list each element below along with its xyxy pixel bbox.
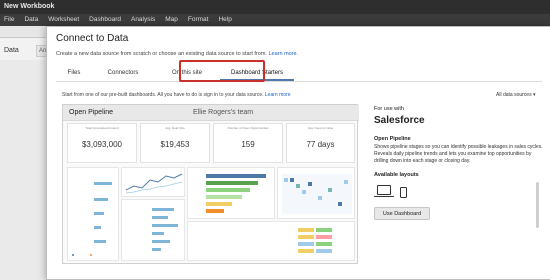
heatmap-grid: [282, 174, 352, 214]
table-cell: [298, 228, 314, 232]
data-source-filter[interactable]: All data sources ▾: [496, 92, 535, 98]
table-cell: [316, 249, 332, 253]
table-cell: [298, 249, 314, 253]
phone-icon: [400, 187, 407, 199]
kpi-value: $19,453: [160, 140, 190, 149]
kpi-caption: Avg. Deal Size: [165, 126, 185, 130]
kpi-card: Total Forecasted Amount $3,093,000: [67, 123, 137, 163]
layout-icons: [374, 182, 544, 199]
menu-map[interactable]: Map: [165, 16, 178, 24]
learn-more-link[interactable]: Learn more.: [268, 51, 298, 57]
menu-help[interactable]: Help: [218, 16, 231, 24]
dialog-title: Connect to Data: [56, 33, 129, 44]
thumbnail-stage-panel: [67, 167, 119, 261]
funnel-bar: [206, 188, 250, 192]
mini-bar: [94, 240, 106, 243]
thumbnail-header: Open Pipeline Ellie Rogers's team: [63, 105, 359, 121]
thumbnail-trend-panel: [121, 167, 185, 197]
dialog-subtitle-text: Create a new data source from scratch or…: [56, 51, 267, 57]
kpi-card: Avg. Deal Size $19,453: [140, 123, 210, 163]
starters-learn-more-link[interactable]: Learn more: [265, 92, 291, 98]
scrollbar[interactable]: [536, 182, 539, 228]
table-cell: [316, 235, 332, 239]
dialog-tabs: Files Connectors On this site Dashboard …: [8, 67, 294, 81]
dialog-subtitle: Create a new data source from scratch or…: [56, 51, 298, 57]
use-dashboard-button[interactable]: Use Dashboard: [374, 207, 430, 221]
data-source-name: Salesforce: [374, 115, 425, 126]
available-layouts-label: Available layouts: [374, 172, 419, 179]
mini-bar: [152, 248, 161, 251]
mini-bar: [152, 232, 164, 235]
tab-files[interactable]: Files: [60, 67, 88, 81]
laptop-icon: [374, 185, 394, 198]
funnel-bar: [206, 195, 242, 199]
kpi-caption: Total Forecasted Amount: [85, 126, 119, 130]
data-pane-label[interactable]: Data: [4, 47, 19, 54]
kpi-value: 77 days: [306, 140, 335, 149]
menu-bar: File Data Worksheet Dashboard Analysis M…: [0, 14, 550, 26]
description-text: Shows pipeline stages so you can identif…: [374, 144, 543, 164]
mini-bar: [94, 182, 112, 185]
kpi-value: 159: [241, 140, 255, 149]
funnel-bar: [206, 202, 232, 206]
menu-format[interactable]: Format: [188, 16, 209, 24]
trend-line: [125, 173, 183, 194]
tab-dashboard-starters[interactable]: Dashboard Starters: [220, 67, 294, 81]
mini-bar: [94, 226, 101, 229]
tab-connectors[interactable]: Connectors: [88, 67, 158, 81]
starters-intro: Start from one of our pre-built dashboar…: [62, 92, 290, 98]
table-cell: [298, 242, 314, 246]
kpi-card: Avg. Days to Close 77 days: [286, 123, 355, 163]
mini-bar: [94, 212, 104, 215]
funnel-bar: [206, 174, 266, 178]
description-title: Open Pipeline: [374, 136, 411, 142]
menu-analysis[interactable]: Analysis: [131, 16, 155, 24]
mini-bar: [152, 240, 170, 243]
menu-worksheet[interactable]: Worksheet: [48, 16, 79, 24]
dashboard-thumbnail[interactable]: Open Pipeline Ellie Rogers's team Total …: [62, 104, 359, 264]
kpi-caption: Avg. Days to Close: [307, 126, 334, 130]
dashboard-starters-panel: Start from one of our pre-built dashboar…: [48, 88, 544, 280]
mini-bar: [152, 208, 174, 211]
thumbnail-drilldown-panel: [121, 199, 185, 261]
thumbnail-team: Ellie Rogers's team: [193, 109, 254, 116]
table-cell: [298, 235, 314, 239]
menu-file[interactable]: File: [4, 16, 14, 24]
thumbnail-funnel-panel: [187, 167, 275, 219]
menu-data[interactable]: Data: [24, 16, 38, 24]
table-cell: [316, 228, 332, 232]
mini-bar: [94, 198, 108, 201]
funnel-bar: [206, 209, 224, 213]
menu-dashboard[interactable]: Dashboard: [89, 16, 121, 24]
mini-bar: [152, 216, 168, 219]
for-use-label: For use with: [374, 106, 404, 112]
kpi-value: $3,093,000: [81, 140, 123, 149]
kpi-caption: Number of Open Opportunities: [227, 126, 269, 130]
tab-on-this-site[interactable]: On this site: [158, 67, 216, 81]
window-title: New Workbook: [0, 0, 550, 14]
legend-dot: [90, 254, 92, 256]
dashboard-info: For use with Salesforce Open Pipeline Sh…: [374, 106, 544, 221]
mini-bar: [152, 224, 178, 227]
thumbnail-top-opportunities-panel: [187, 221, 355, 261]
legend-dot: [72, 254, 74, 256]
thumbnail-dashboard-name: Open Pipeline: [69, 109, 113, 116]
starters-intro-text: Start from one of our pre-built dashboar…: [62, 92, 264, 98]
kpi-card: Number of Open Opportunities 159: [213, 123, 283, 163]
tab-divider: [56, 81, 542, 82]
funnel-bar: [206, 181, 258, 185]
table-cell: [316, 242, 332, 246]
thumbnail-heatmap-panel: [277, 167, 355, 219]
